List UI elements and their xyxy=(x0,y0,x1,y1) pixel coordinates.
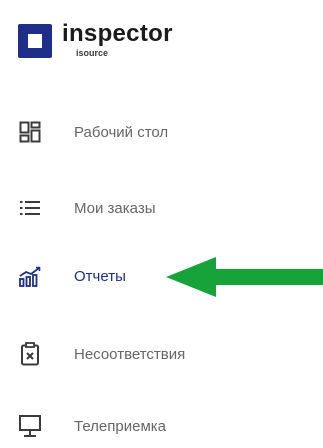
bar-chart-icon xyxy=(18,264,42,288)
sidebar-item-label: Мои заказы xyxy=(74,199,156,217)
sidebar-item-label: Несоответствия xyxy=(74,345,186,363)
monitor-icon xyxy=(18,414,42,438)
sidebar-item-dashboard[interactable]: Рабочий стол xyxy=(18,110,278,154)
list-icon xyxy=(18,196,42,220)
sidebar-item-label: Рабочий стол xyxy=(74,123,169,141)
sidebar: inspector isource Рабочий стол Мои заказ… xyxy=(0,0,323,443)
sidebar-item-teleacceptance[interactable]: Телеприемка xyxy=(18,404,278,448)
logo-mark-icon xyxy=(18,24,52,58)
logo[interactable]: inspector isource xyxy=(18,18,198,60)
dashboard-icon xyxy=(18,120,42,144)
logo-subtitle: isource xyxy=(76,48,109,58)
clipboard-x-icon xyxy=(18,342,42,366)
sidebar-item-label: Телеприемка xyxy=(74,417,166,435)
sidebar-item-my-orders[interactable]: Мои заказы xyxy=(18,186,278,230)
sidebar-item-nonconformities[interactable]: Несоответствия xyxy=(18,332,278,376)
sidebar-item-label: Отчеты xyxy=(74,267,126,285)
logo-title: inspector xyxy=(62,20,173,47)
annotation-arrow-icon xyxy=(166,257,323,297)
